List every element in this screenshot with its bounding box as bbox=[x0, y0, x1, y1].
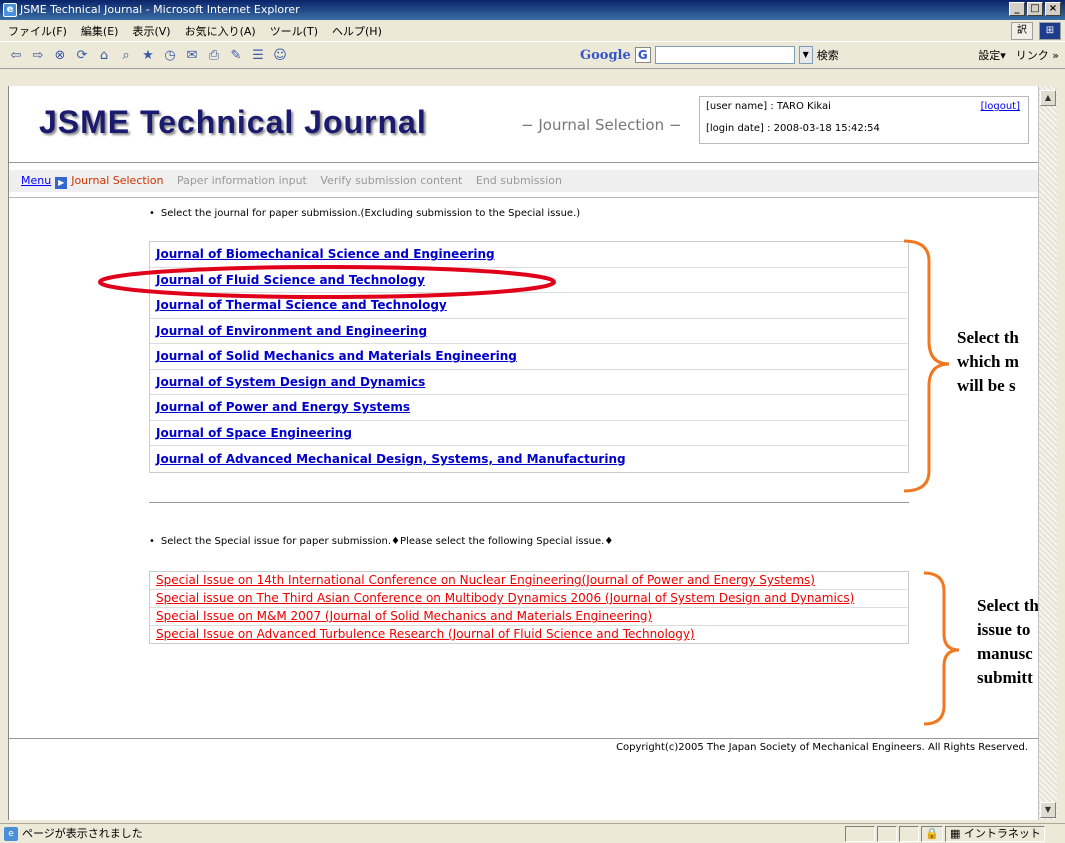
scroll-down-icon[interactable]: ▼ bbox=[1040, 802, 1056, 818]
annotation-line: submitt bbox=[977, 668, 1033, 687]
menu-view[interactable]: 表示(V) bbox=[132, 23, 170, 39]
annotation-line: issue to bbox=[977, 620, 1031, 639]
journal-brace bbox=[903, 239, 950, 493]
back-icon[interactable]: ⇦ bbox=[8, 48, 24, 63]
messenger-icon[interactable]: ☺ bbox=[272, 48, 288, 63]
forward-icon[interactable]: ⇨ bbox=[30, 48, 46, 63]
window-title: JSME Technical Journal - Microsoft Inter… bbox=[20, 3, 300, 16]
intranet-icon: ▦ bbox=[950, 827, 961, 840]
annotation-line: which m bbox=[957, 352, 1019, 371]
annotation-line: Select th bbox=[977, 596, 1038, 615]
google-search-button[interactable]: 検索 bbox=[817, 47, 839, 63]
links-button[interactable]: リンク » bbox=[1016, 47, 1059, 63]
print-icon[interactable]: ⎙ bbox=[206, 48, 222, 63]
discuss-icon[interactable]: ☰ bbox=[250, 48, 266, 63]
google-toolbar: Google G ▼ 検索 bbox=[580, 46, 839, 64]
status-panels: 🔒 ▦ イントラネット bbox=[845, 826, 1045, 842]
translate-icon[interactable]: 訳 bbox=[1011, 22, 1033, 40]
toolbar: ⇦ ⇨ ⊗ ⟳ ⌂ ⌕ ★ ◷ ✉ ⎙ ✎ ☰ ☺ Google G ▼ 検索 … bbox=[0, 43, 1065, 69]
security-zone: ▦ イントラネット bbox=[945, 826, 1045, 842]
edit-icon[interactable]: ✎ bbox=[228, 48, 244, 63]
search-icon[interactable]: ⌕ bbox=[118, 48, 134, 63]
settings-button[interactable]: 設定▾ bbox=[978, 47, 1006, 63]
annotation-overlay bbox=[98, 239, 960, 726]
status-text: ページが表示されました bbox=[22, 827, 143, 840]
google-search-input[interactable] bbox=[654, 46, 795, 64]
window-title-bar: e JSME Technical Journal - Microsoft Int… bbox=[0, 0, 1065, 20]
journal-annotation: Select th which m will be s bbox=[957, 326, 1019, 398]
menu-bar: ファイル(F) 編集(E) 表示(V) お気に入り(A) ツール(T) ヘルプ(… bbox=[0, 20, 1065, 42]
favorites-icon[interactable]: ★ bbox=[140, 48, 156, 63]
annotation-line: manusc bbox=[977, 644, 1033, 663]
zone-label: イントラネット bbox=[963, 827, 1041, 840]
google-logo: Google bbox=[580, 47, 631, 63]
highlight-ellipse bbox=[98, 265, 556, 299]
menu-file[interactable]: ファイル(F) bbox=[8, 23, 67, 39]
maximize-button[interactable]: □ bbox=[1027, 2, 1043, 16]
status-bar: e ページが表示されました 🔒 ▦ イントラネット bbox=[0, 823, 1065, 843]
mail-icon[interactable]: ✉ bbox=[184, 48, 200, 63]
special-brace bbox=[923, 571, 960, 726]
menu-tools[interactable]: ツール(T) bbox=[270, 23, 318, 39]
ie-icon: e bbox=[3, 3, 17, 17]
menu-edit[interactable]: 編集(E) bbox=[81, 23, 119, 39]
minimize-button[interactable]: _ bbox=[1009, 2, 1025, 16]
status-panel bbox=[845, 826, 875, 842]
browser-viewport: JSME Technical Journal − Journal Selecti… bbox=[8, 86, 1038, 820]
stop-icon[interactable]: ⊗ bbox=[52, 48, 68, 63]
window-controls: _ □ × bbox=[1009, 2, 1061, 16]
annotation-line: Select th bbox=[957, 328, 1019, 347]
toolbar-right: 設定▾ リンク » bbox=[978, 47, 1059, 63]
page-loaded-icon: e bbox=[4, 827, 18, 841]
chevron-down-icon[interactable]: ▼ bbox=[798, 46, 813, 64]
refresh-icon[interactable]: ⟳ bbox=[74, 48, 90, 63]
google-menu-icon[interactable]: G bbox=[634, 47, 651, 63]
history-icon[interactable]: ◷ bbox=[162, 48, 178, 63]
close-button[interactable]: × bbox=[1045, 2, 1061, 16]
status-panel bbox=[877, 826, 897, 842]
lock-icon: 🔒 bbox=[921, 826, 943, 842]
vertical-scrollbar[interactable]: ▲ ▼ bbox=[1038, 86, 1057, 820]
annotation-line: will be s bbox=[957, 376, 1016, 395]
home-icon[interactable]: ⌂ bbox=[96, 48, 112, 63]
status-panel bbox=[899, 826, 919, 842]
menu-help[interactable]: ヘルプ(H) bbox=[332, 23, 382, 39]
windows-logo-icon: ⊞ bbox=[1039, 22, 1061, 40]
menu-favorites[interactable]: お気に入り(A) bbox=[185, 23, 256, 39]
special-annotation: Select th issue to manusc submitt bbox=[977, 594, 1038, 690]
scroll-up-icon[interactable]: ▲ bbox=[1040, 90, 1056, 106]
